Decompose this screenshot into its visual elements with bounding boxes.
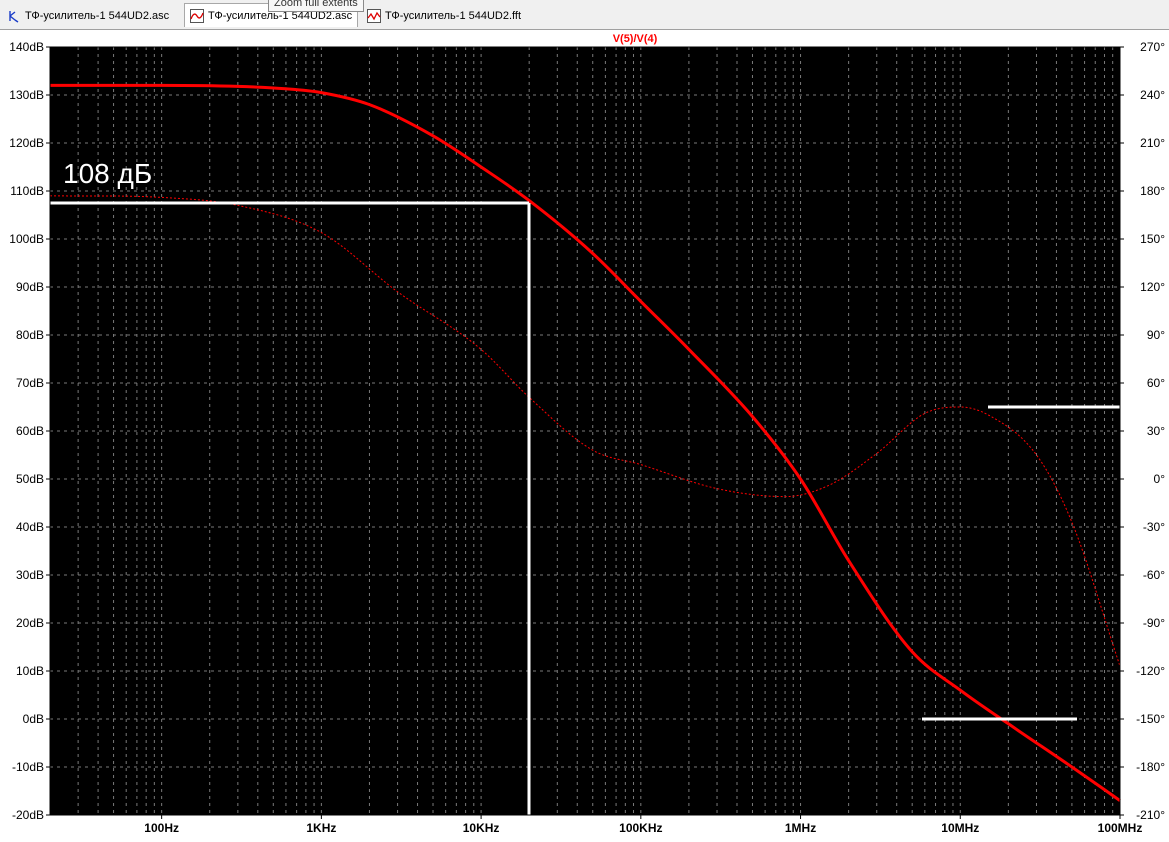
x-tick-label: 10KHz	[463, 821, 500, 835]
y-right-tick-label: 150°	[1140, 232, 1165, 246]
y-left-tick-label: 80dB	[16, 328, 44, 342]
tab-schematic[interactable]: ТФ-усилитель-1 544UD2.asc	[2, 5, 174, 26]
tooltip: Zoom full extents	[268, 0, 364, 12]
y-left-tick-label: 120dB	[9, 136, 44, 150]
tab-fft[interactable]: ТФ-усилитель-1 544UD2.fft	[362, 5, 526, 26]
waveform-icon	[190, 8, 204, 23]
y-left-tick-label: 90dB	[16, 280, 44, 294]
y-right-tick-label: -150°	[1136, 712, 1165, 726]
y-left-tick-label: -10dB	[12, 760, 44, 774]
y-left-tick-label: 110dB	[10, 184, 44, 198]
y-right-tick-label: -180°	[1136, 760, 1165, 774]
y-left-tick-label: 20dB	[16, 616, 44, 630]
tab-label: ТФ-усилитель-1 544UD2.fft	[385, 9, 522, 22]
bode-plot[interactable]: 108 дБ 140dB 130dB 120dB 110dB 100dB 90dB 80dB…	[0, 30, 1169, 842]
y-right-tick-label: 210°	[1140, 136, 1165, 150]
chart-title: V(5)/V(4)	[613, 33, 658, 45]
x-tick-label: 100MHz	[1098, 821, 1143, 835]
x-tick-label: 100Hz	[144, 821, 179, 835]
y-left-tick-label: 30dB	[16, 568, 44, 582]
y-right-tick-label: 90°	[1147, 328, 1165, 342]
y-left-tick-label: 140dB	[9, 40, 44, 54]
y-left-tick-label: 60dB	[16, 424, 44, 438]
y-right-tick-label: 120°	[1140, 280, 1165, 294]
annotation-label-108db: 108 дБ	[63, 158, 152, 189]
y-right-tick-label: 240°	[1140, 88, 1165, 102]
y-right-tick-label: -210°	[1136, 808, 1165, 822]
tab-label: ТФ-усилитель-1 544UD2.asc	[25, 9, 170, 22]
x-tick-label: 1MHz	[785, 821, 816, 835]
fft-icon	[367, 8, 381, 23]
x-tick-label: 1KHz	[306, 821, 336, 835]
y-left-tick-label: 130dB	[9, 88, 44, 102]
schematic-icon	[7, 9, 21, 23]
y-right-tick-label: -120°	[1136, 664, 1165, 678]
y-left-tick-label: 10dB	[16, 664, 44, 678]
y-left-tick-label: -20dB	[12, 808, 44, 822]
y-right-tick-label: -60°	[1143, 568, 1165, 582]
y-right-tick-label: 30°	[1147, 424, 1165, 438]
y-left-tick-label: 70dB	[16, 376, 44, 390]
y-right-tick-label: 180°	[1140, 184, 1165, 198]
y-right-tick-label: 270°	[1140, 40, 1165, 54]
y-left-tick-label: 40dB	[16, 520, 44, 534]
x-tick-label: 100KHz	[619, 821, 662, 835]
y-left-tick-label: 100dB	[9, 232, 44, 246]
tab-bar: ТФ-усилитель-1 544UD2.asc ТФ-усилитель-1…	[0, 0, 1169, 30]
x-tick-label: 10MHz	[941, 821, 979, 835]
y-right-tick-label: -30°	[1143, 520, 1165, 534]
y-right-tick-label: -90°	[1143, 616, 1165, 630]
y-left-tick-label: 50dB	[16, 472, 44, 486]
y-right-tick-label: 0°	[1154, 472, 1166, 486]
y-left-tick-label: 0dB	[23, 712, 44, 726]
y-right-tick-label: 60°	[1147, 376, 1165, 390]
